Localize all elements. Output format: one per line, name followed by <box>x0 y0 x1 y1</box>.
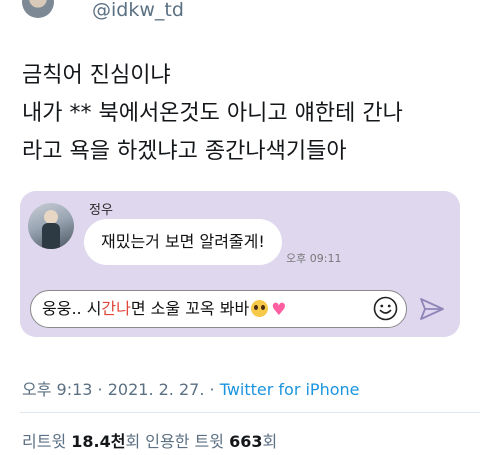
pink-heart-icon: ♥ <box>271 300 287 320</box>
retweets-label: 리트윗 <box>22 432 67 451</box>
tweet-text: 금칙어 진심이냐 내가 ** 북에서온것도 아니고 얘한테 간나 라고 욕을 하… <box>22 57 472 171</box>
retweets-count[interactable]: 18.4천 <box>71 432 125 451</box>
tweet-time: 오후 9:13 <box>22 380 93 399</box>
message-time: 오후 09:11 <box>286 252 342 265</box>
send-icon <box>420 298 444 320</box>
pleading-face-icon <box>251 300 269 317</box>
input-text-after: 면 소울 꼬옥 봐바 <box>130 299 250 318</box>
message-bubble: 재밌는거 보면 알려줄게! <box>84 219 282 265</box>
tweet-source-link[interactable]: Twitter for iPhone <box>220 380 360 399</box>
retweets-unit: 회 <box>125 432 141 451</box>
tweet-stats: 리트윗 18.4천회 인용한 트윗 663회 <box>22 428 277 452</box>
author-avatar[interactable] <box>22 0 54 18</box>
quote-tweets-label: 인용한 트윗 <box>145 432 224 451</box>
sender-avatar <box>28 203 74 249</box>
chat-input-text: 웅웅.. 시간나면 소울 꼬옥 봐바 ♥ <box>42 299 286 320</box>
quote-tweets-unit: 회 <box>262 432 278 451</box>
tweet-line: 라고 욕을 하겠냐고 종간나색기들아 <box>22 139 347 164</box>
tweet-line: 내가 ** 북에서온것도 아니고 얘한테 간나 <box>22 101 403 126</box>
author-handle[interactable]: @idkw_td <box>92 0 184 20</box>
sender-name: 정우 <box>89 203 113 218</box>
quote-tweets-count[interactable]: 663 <box>229 432 262 451</box>
smiley-icon <box>373 296 398 321</box>
tweet-date: 2021. 2. 27. <box>107 380 205 399</box>
tweet-line: 금칙어 진심이냐 <box>22 63 171 88</box>
input-text-before: 웅웅.. 시 <box>42 299 102 318</box>
tweet-metadata: 오후 9:13 · 2021. 2. 27. · Twitter for iPh… <box>22 380 360 399</box>
input-text-highlight: 간나 <box>101 299 131 318</box>
divider <box>20 412 480 413</box>
